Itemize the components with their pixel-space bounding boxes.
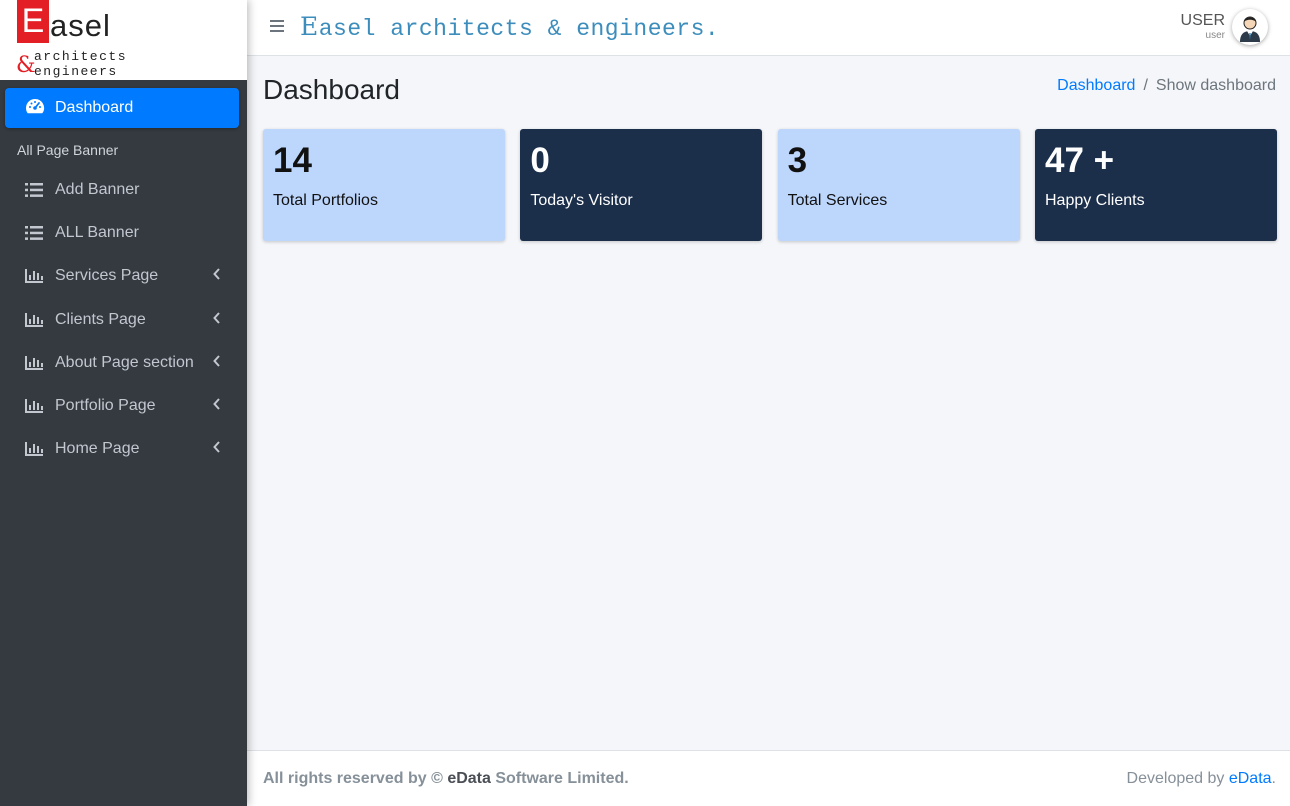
stats-cards: 14 Total Portfolios 0 Today's Visitor 3 … bbox=[263, 129, 1277, 241]
sidebar-item-portfolio-page[interactable]: Portfolio Page bbox=[5, 384, 239, 427]
sidebar-item-label: Services Page bbox=[55, 267, 159, 285]
logo-line-engineers: engineers bbox=[34, 64, 118, 79]
avatar[interactable] bbox=[1232, 9, 1268, 45]
footer-developer: Developed by eData. bbox=[1127, 770, 1276, 788]
chevron-left-icon bbox=[213, 397, 221, 415]
sidebar-item-label: Clients Page bbox=[55, 310, 146, 328]
sidebar-item-add-banner[interactable]: Add Banner bbox=[5, 168, 239, 211]
sidebar-item-label: ALL Banner bbox=[55, 223, 139, 241]
list-icon bbox=[25, 225, 45, 240]
brand-logo[interactable]: E asel & architects engineers bbox=[0, 0, 247, 80]
user-avatar-icon bbox=[1240, 16, 1260, 42]
breadcrumb: Dashboard / Show dashboard bbox=[1057, 76, 1276, 96]
chevron-left-icon bbox=[213, 440, 221, 458]
sidebar-item-all-banner[interactable]: ALL Banner bbox=[5, 211, 239, 254]
footer-copyright-prefix: All rights reserved by © bbox=[263, 770, 443, 787]
stat-label: Total Portfolios bbox=[273, 192, 378, 209]
stat-label: Total Services bbox=[787, 192, 888, 209]
logo-ampersand: & bbox=[16, 53, 36, 78]
stat-value: 3 bbox=[787, 141, 808, 180]
stat-card-total-portfolios: 14 Total Portfolios bbox=[263, 129, 505, 241]
sidebar-item-services-page[interactable]: Services Page bbox=[5, 255, 239, 298]
footer-developer-link[interactable]: eData bbox=[1229, 770, 1272, 787]
nav-section-header: All Page Banner bbox=[17, 142, 119, 158]
footer-developer-prefix: Developed by bbox=[1126, 770, 1225, 787]
sidebar-item-clients-page[interactable]: Clients Page bbox=[5, 298, 239, 341]
breadcrumb-link-dashboard[interactable]: Dashboard bbox=[1057, 77, 1135, 94]
footer-copyright: All rights reserved by © eData Software … bbox=[263, 770, 629, 788]
sidebar-item-about-page-section[interactable]: About Page section bbox=[5, 341, 239, 384]
stat-label: Today's Visitor bbox=[530, 192, 633, 209]
logo-initial: E bbox=[17, 0, 49, 43]
sidebar-item-label: Home Page bbox=[55, 440, 140, 458]
bar-chart-icon bbox=[25, 399, 45, 414]
sidebar-item-label: Add Banner bbox=[55, 180, 140, 198]
site-title: Easel architects & engineers. bbox=[300, 12, 719, 44]
site-title-text: asel architects & engineers. bbox=[318, 16, 720, 42]
sidebar-item-label: Dashboard bbox=[55, 99, 134, 116]
sidebar-nav: Dashboard All Page Banner Add Banner ALL… bbox=[0, 80, 247, 471]
stat-value: 14 bbox=[273, 141, 312, 180]
breadcrumb-separator: / bbox=[1143, 77, 1148, 94]
site-title-initial: E bbox=[300, 12, 319, 41]
sidebar-item-label: Portfolio Page bbox=[55, 397, 156, 415]
top-navbar: Easel architects & engineers. USER user bbox=[247, 0, 1290, 56]
stat-value: 47 + bbox=[1044, 141, 1115, 180]
bar-chart-icon bbox=[25, 355, 45, 370]
footer: All rights reserved by © eData Software … bbox=[247, 750, 1290, 806]
list-icon bbox=[25, 182, 45, 197]
stat-card-happy-clients: 47 + Happy Clients bbox=[1034, 129, 1277, 241]
footer-copyright-suffix: Software Limited. bbox=[495, 770, 629, 787]
stat-value: 0 bbox=[530, 141, 550, 180]
bar-chart-icon bbox=[25, 442, 45, 457]
chevron-left-icon bbox=[213, 267, 221, 285]
user-menu[interactable]: USER user bbox=[1181, 9, 1268, 45]
footer-developer-suffix: . bbox=[1271, 770, 1276, 787]
bar-chart-icon bbox=[25, 269, 45, 284]
sidebar: E asel & architects engineers Dashboard … bbox=[0, 0, 247, 806]
sidebar-item-home-page[interactable]: Home Page bbox=[5, 428, 239, 471]
sidebar-item-label: About Page section bbox=[55, 353, 194, 371]
bar-chart-icon bbox=[25, 312, 45, 327]
breadcrumb-current: Show dashboard bbox=[1155, 77, 1276, 94]
footer-brand: eData bbox=[447, 770, 491, 787]
stat-card-total-services: 3 Total Services bbox=[777, 129, 1020, 241]
user-name: USER bbox=[1180, 12, 1225, 29]
sidebar-item-dashboard[interactable]: Dashboard bbox=[5, 88, 239, 128]
stat-card-todays-visitor: 0 Today's Visitor bbox=[520, 129, 763, 241]
page-title: Dashboard bbox=[263, 74, 400, 105]
logo-text: asel bbox=[50, 8, 111, 43]
logo-line-architects: architects bbox=[34, 49, 128, 64]
user-role: user bbox=[1205, 30, 1225, 41]
stat-label: Happy Clients bbox=[1044, 192, 1145, 209]
chevron-left-icon bbox=[213, 311, 221, 329]
hamburger-menu-icon[interactable] bbox=[270, 19, 284, 38]
chevron-left-icon bbox=[213, 354, 221, 372]
user-info: USER user bbox=[1181, 12, 1225, 42]
tachometer-icon bbox=[25, 97, 45, 120]
